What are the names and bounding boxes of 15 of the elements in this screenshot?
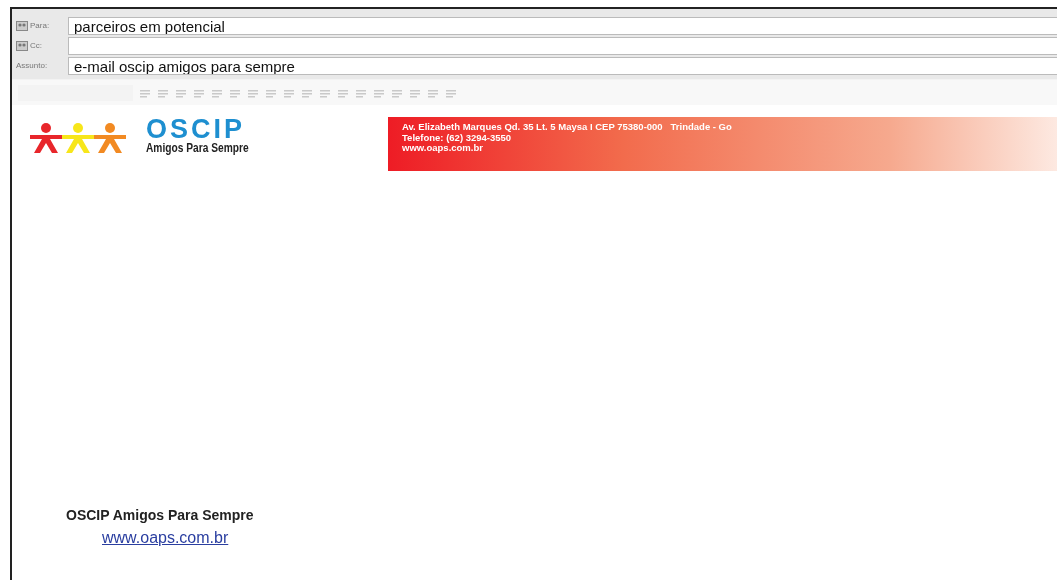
field-label: Assunto: — [16, 60, 48, 72]
subject-field[interactable]: e-mail oscip amigos para sempre — [68, 57, 1057, 75]
signature-name: OSCIP Amigos Para Sempre — [66, 506, 254, 525]
website-link[interactable]: www.oaps.com.br — [102, 526, 229, 550]
banner-text: Telefone: (62) 3294-3550 — [402, 132, 512, 143]
field-label: Para: — [30, 20, 50, 32]
recipient-field[interactable]: parceiros em potencial — [68, 17, 1057, 35]
address-book-icon[interactable] — [16, 21, 28, 31]
banner-text: Av. Elizabeth Marques Qd. 35 Lt. 5 Maysa I CEP 75380-000 Trindade - Go — [402, 122, 733, 133]
field-label: Cc: — [30, 40, 42, 52]
logo-subtitle: Amigos Para Sempre — [146, 141, 249, 155]
recipient-field[interactable] — [68, 37, 1057, 55]
address-book-icon[interactable] — [16, 41, 28, 51]
banner-text: www.oaps.com.br — [402, 143, 484, 154]
logo-title: OSCIP — [146, 117, 246, 141]
